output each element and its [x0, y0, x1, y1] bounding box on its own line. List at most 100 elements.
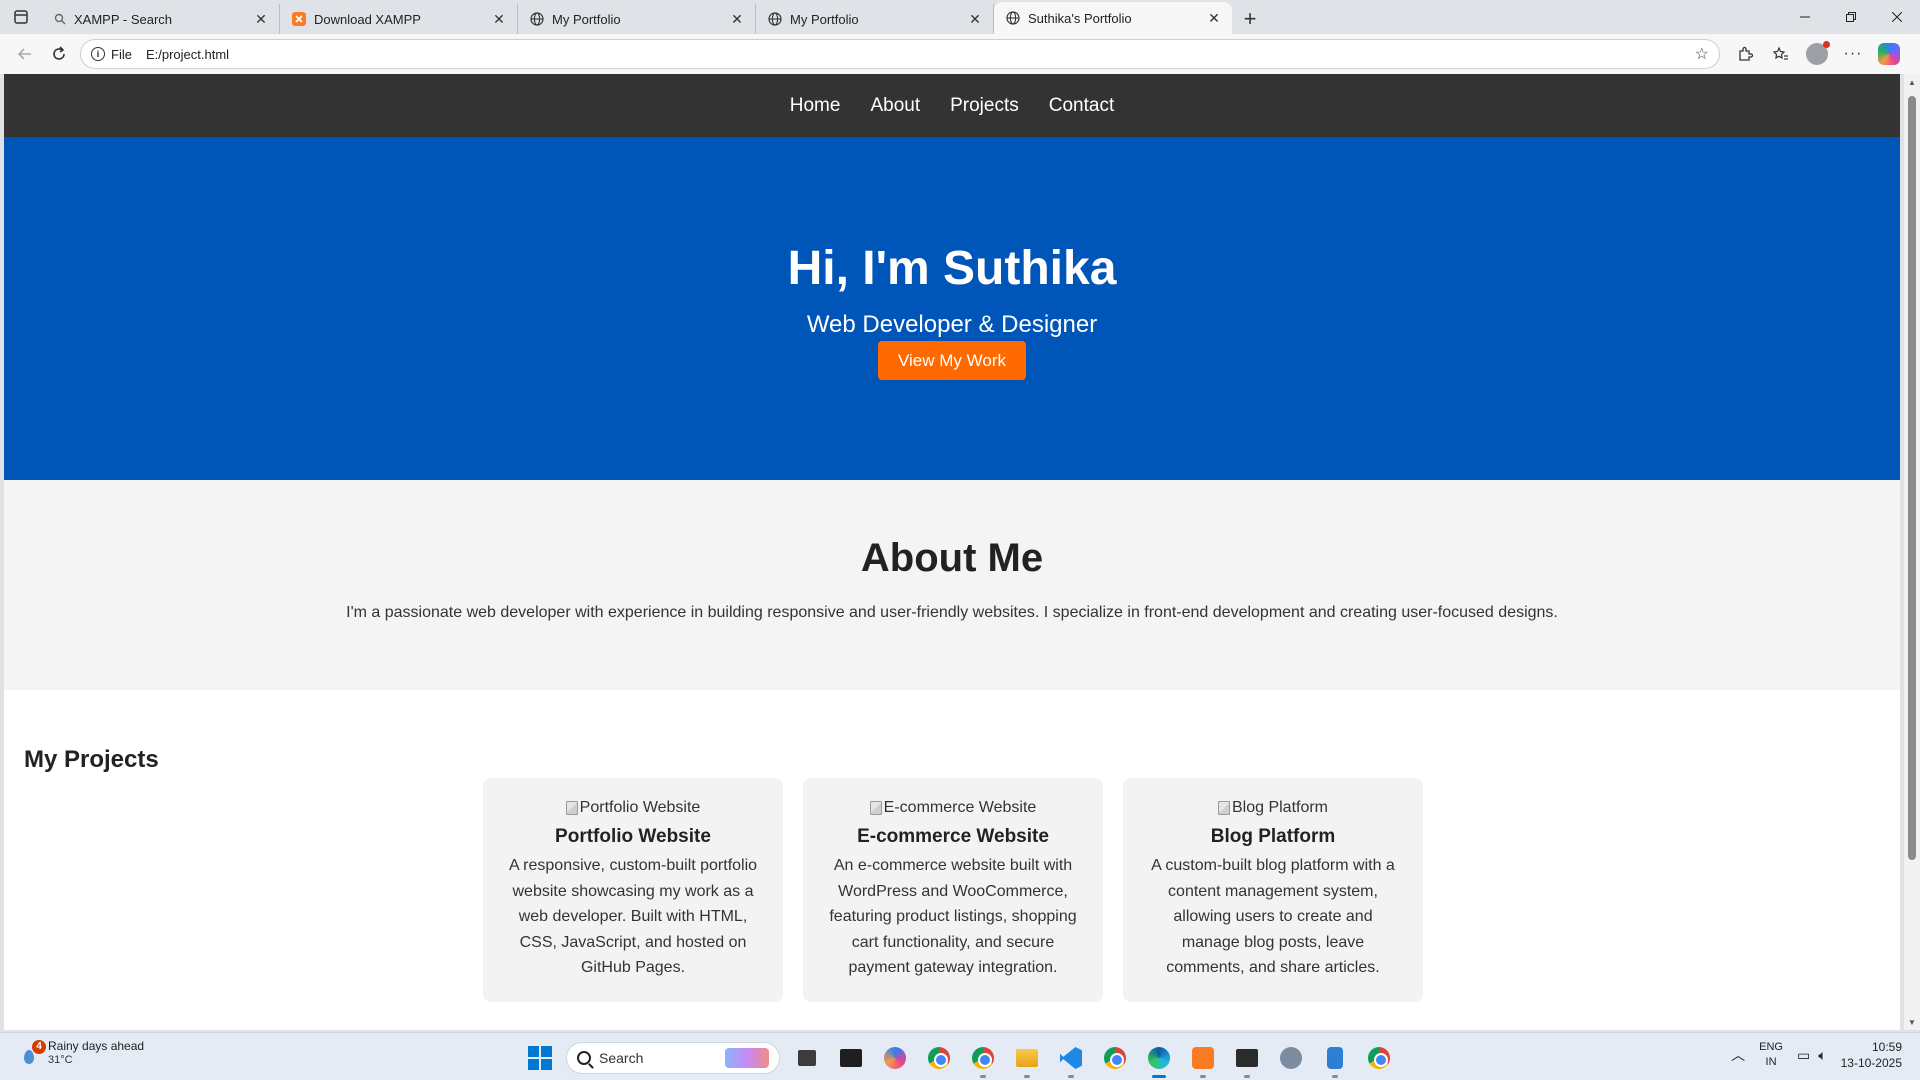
- tab-title: XAMPP - Search: [74, 11, 173, 27]
- project-description: An e-commerce website built with WordPre…: [829, 857, 1077, 976]
- nav-link-projects[interactable]: Projects: [950, 95, 1019, 117]
- chrome-canary-app-icon[interactable]: [966, 1041, 1000, 1078]
- globe-icon: [530, 12, 544, 26]
- avatar: [1806, 41, 1830, 65]
- site-nav: Home About Projects Contact: [4, 74, 1900, 137]
- rain-icon: 4: [20, 1040, 46, 1066]
- nav-link-about[interactable]: About: [870, 95, 920, 117]
- clock-date: 13-10-2025: [1840, 1056, 1902, 1070]
- scrollbar-thumb[interactable]: [1908, 96, 1916, 860]
- favorites-button[interactable]: [1764, 38, 1798, 70]
- project-image: Blog Platform: [1143, 798, 1403, 818]
- volume-muted-icon: 🔈︎: [1818, 1046, 1827, 1063]
- browser-tab[interactable]: Download XAMPP ✕: [280, 4, 518, 34]
- page-scrollbar[interactable]: ▲ ▼: [1904, 74, 1920, 1030]
- project-title: Portfolio Website: [555, 826, 711, 847]
- browser-tab-strip: XAMPP - Search ✕ Download XAMPP ✕ My Por…: [0, 0, 1920, 34]
- vscode-icon[interactable]: [1054, 1041, 1088, 1078]
- reload-button[interactable]: [42, 38, 76, 70]
- nav-link-contact[interactable]: Contact: [1049, 95, 1114, 117]
- xampp-app-icon[interactable]: [1186, 1041, 1220, 1078]
- address-bar[interactable]: i File E:/project.html ☆: [80, 39, 1720, 69]
- favorite-star-icon[interactable]: ☆: [1695, 44, 1709, 64]
- copilot-app-icon[interactable]: [878, 1041, 912, 1075]
- copilot-button[interactable]: [1872, 38, 1906, 70]
- back-button[interactable]: [8, 38, 42, 70]
- profile-button[interactable]: [1800, 38, 1834, 70]
- file-explorer-icon[interactable]: [1010, 1041, 1044, 1078]
- project-description: A custom-built blog platform with a cont…: [1151, 857, 1395, 976]
- projects-heading: My Projects: [24, 746, 159, 773]
- address-url[interactable]: E:/project.html: [146, 47, 1695, 62]
- project-image: E-commerce Website: [823, 798, 1083, 818]
- chrome-alt-app-icon[interactable]: [1362, 1041, 1396, 1075]
- search-icon: [54, 13, 66, 25]
- close-window-button[interactable]: [1874, 0, 1920, 34]
- reload-icon: [53, 46, 65, 60]
- project-image-alt: Blog Platform: [1231, 799, 1329, 816]
- arrow-left-icon: [17, 48, 31, 60]
- browser-tab[interactable]: My Portfolio ✕: [756, 4, 994, 34]
- xampp-icon: [292, 12, 306, 26]
- hero-section: Hi, I'm Suthika Web Developer & Designer…: [4, 137, 1900, 480]
- browser-tab-active[interactable]: Suthika's Portfolio ✕: [994, 2, 1232, 34]
- browser-tab[interactable]: My Portfolio ✕: [518, 4, 756, 34]
- chrome-profile-app-icon[interactable]: [1098, 1041, 1132, 1075]
- scroll-down-arrow-icon[interactable]: ▼: [1904, 1014, 1920, 1030]
- close-icon[interactable]: ✕: [253, 11, 269, 28]
- terminal-app-icon[interactable]: [834, 1041, 868, 1075]
- minimize-button[interactable]: [1782, 0, 1828, 34]
- project-card: Blog Platform Blog Platform A custom-bui…: [1123, 778, 1423, 1002]
- close-icon[interactable]: ✕: [729, 11, 745, 28]
- projects-section: My Projects Portfolio Website Portfolio …: [4, 690, 1900, 1030]
- about-heading: About Me: [860, 536, 1044, 580]
- tab-title: Suthika's Portfolio: [1028, 10, 1132, 26]
- edge-app-icon[interactable]: [1142, 1041, 1176, 1078]
- language-indicator[interactable]: ENG IN: [1759, 1040, 1783, 1070]
- view-my-work-button[interactable]: View My Work: [877, 341, 1026, 380]
- taskbar-search[interactable]: Search: [566, 1042, 780, 1074]
- close-icon[interactable]: ✕: [967, 11, 983, 28]
- quick-settings[interactable]: ▭ 🔈︎: [1797, 1047, 1827, 1064]
- broken-image-icon: [1217, 801, 1230, 815]
- project-card: E-commerce Website E-commerce Website An…: [803, 778, 1103, 1002]
- scroll-up-arrow-icon[interactable]: ▲: [1904, 74, 1920, 90]
- tab-actions-button[interactable]: [0, 0, 42, 34]
- hero-title: Hi, I'm Suthika: [787, 242, 1117, 295]
- chrome-app-icon[interactable]: [922, 1041, 956, 1075]
- settings-app-icon[interactable]: [1274, 1041, 1308, 1075]
- weather-text: Rainy days ahead: [48, 1039, 145, 1053]
- nav-link-home[interactable]: Home: [790, 95, 841, 117]
- project-image: Portfolio Website: [503, 798, 763, 818]
- more-menu-button[interactable]: ···: [1836, 38, 1870, 70]
- new-tab-button[interactable]: +: [1232, 4, 1268, 34]
- restore-button[interactable]: [1828, 0, 1874, 34]
- close-icon[interactable]: ✕: [491, 11, 507, 28]
- chevron-up-icon[interactable]: ︿: [1731, 1045, 1745, 1065]
- project-description: A responsive, custom-built portfolio web…: [508, 857, 758, 976]
- tab-title: My Portfolio: [790, 11, 859, 27]
- taskbar-search-label: Search: [599, 1050, 644, 1066]
- window-controls: [1782, 0, 1920, 34]
- browser-tab[interactable]: XAMPP - Search ✕: [42, 4, 280, 34]
- notepad-app-icon[interactable]: [1318, 1041, 1352, 1078]
- broken-image-icon: [869, 801, 882, 815]
- clock[interactable]: 10:59 13-10-2025: [1841, 1039, 1902, 1071]
- task-view-icon[interactable]: [790, 1041, 824, 1075]
- taskbar-apps: Search: [524, 1041, 1396, 1078]
- close-icon: [1892, 12, 1902, 22]
- copilot-icon: [1878, 43, 1900, 65]
- restore-icon: [1846, 12, 1856, 22]
- command-prompt-icon[interactable]: [1230, 1041, 1264, 1078]
- tab-title: My Portfolio: [552, 11, 621, 27]
- tab-actions-icon: [14, 10, 28, 24]
- windows-start-icon[interactable]: [524, 1042, 556, 1074]
- about-text: I'm a passionate web developer with expe…: [346, 604, 1558, 621]
- page-viewport: Home About Projects Contact Hi, I'm Suth…: [4, 74, 1900, 1030]
- browser-toolbar: i File E:/project.html ☆ ···: [0, 34, 1920, 74]
- weather-temp: 31°C: [48, 1054, 73, 1066]
- weather-widget[interactable]: 4 Rainy days ahead 31°C: [20, 1039, 144, 1067]
- extensions-button[interactable]: [1728, 38, 1762, 70]
- info-icon[interactable]: i: [91, 47, 105, 61]
- close-icon[interactable]: ✕: [1206, 10, 1222, 27]
